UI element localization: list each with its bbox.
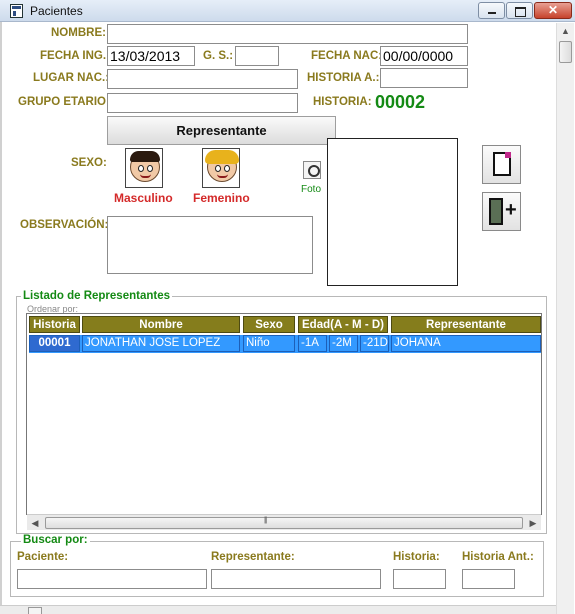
table-horizontal-scrollbar[interactable]: ◀ ||| ▶ [27,514,541,530]
grupo-etario-label: GRUPO ETARIO: [18,96,110,108]
buscar-historia-ant-input[interactable] [462,569,515,589]
buscar-representante-label: Representante: [211,551,295,563]
cell-edad-dias[interactable]: -21D [360,335,389,352]
masculino-label[interactable]: Masculino [114,191,173,205]
buscar-historia-input[interactable] [393,569,446,589]
exit-door-icon [489,198,503,225]
femenino-label[interactable]: Femenino [193,191,250,205]
new-button[interactable] [482,145,521,184]
foto-label: Foto [301,184,322,195]
app-window-icon [10,4,23,18]
close-button[interactable] [534,2,572,19]
column-header-edad[interactable]: Edad(A - M - D) [298,316,388,333]
buscar-historia-label: Historia: [393,551,440,563]
historia-a-label: HISTORIA A.: [307,72,380,84]
scroll-up-icon[interactable]: ▲ [557,23,574,40]
window-title: Pacientes [30,4,83,18]
photo-frame [327,138,458,286]
buscar-historia-ant-label: Historia Ant.: [462,551,534,563]
column-header-representante[interactable]: Representante [391,316,541,333]
new-document-icon [493,152,511,176]
exit-arrow-icon: + [505,199,517,221]
column-header-historia[interactable]: Historia [29,316,80,333]
camera-icon[interactable] [303,161,321,179]
fecha-nac-field[interactable]: 00/00/0000 [380,46,468,66]
grupo-etario-field[interactable] [107,93,298,113]
buscar-representante-input[interactable] [211,569,381,589]
cell-nombre[interactable]: JONATHAN JOSE LOPEZ [82,335,240,352]
exit-button[interactable]: + [482,192,521,231]
female-option[interactable] [202,148,240,188]
historia-a-field[interactable] [380,68,468,88]
window-horizontal-scrollbar[interactable] [0,605,556,614]
nombre-field[interactable] [107,24,468,44]
window-vertical-scrollbar[interactable]: ▲ [556,23,574,614]
male-option[interactable] [125,148,163,188]
lugar-nac-field[interactable] [107,69,298,89]
fecha-ing-field[interactable]: 13/03/2013 [107,46,195,66]
fecha-ing-label: FECHA ING.: [40,50,110,62]
cell-edad-anios[interactable]: -1A [298,335,327,352]
horizontal-scroll-thumb[interactable] [28,607,42,614]
buscar-title: Buscar por: [21,534,90,546]
observacion-label: OBSERVACIÓN: [20,219,109,231]
representantes-table: Historia Nombre Sexo Edad(A - M - D) Rep… [26,313,542,515]
column-header-nombre[interactable]: Nombre [82,316,240,333]
vertical-scroll-thumb[interactable] [559,41,572,63]
historia-label: HISTORIA: [313,96,372,108]
girl-face-icon [205,150,239,182]
cell-edad-meses[interactable]: -2M [329,335,358,352]
scroll-left-icon[interactable]: ◀ [27,515,43,531]
buscar-paciente-label: Paciente: [17,551,69,563]
observacion-field[interactable] [107,216,313,274]
window-left-edge [0,22,2,605]
minimize-button[interactable] [478,2,505,19]
scroll-right-icon[interactable]: ▶ [525,515,541,531]
fecha-nac-label: FECHA NAC: [311,50,383,62]
gs-label: G. S.: [203,50,234,62]
column-header-sexo[interactable]: Sexo [243,316,295,333]
scroll-grip-icon: ||| [264,517,268,524]
historia-value: 00002 [375,92,426,112]
scroll-thumb[interactable] [45,517,523,529]
listado-title: Listado de Representantes [21,290,172,302]
cell-sexo[interactable]: Niño [243,335,295,352]
title-bar: Pacientes [0,0,575,22]
nombre-label: NOMBRE: [51,27,106,39]
cell-historia[interactable]: 00001 [29,335,80,352]
buscar-paciente-input[interactable] [17,569,207,589]
maximize-button[interactable] [506,2,533,19]
sexo-label: SEXO: [71,157,107,169]
representante-button[interactable]: Representante [107,116,336,145]
lugar-nac-label: LUGAR NAC.: [33,72,110,84]
cell-representante[interactable]: JOHANA [391,335,541,352]
gs-field[interactable] [235,46,279,66]
boy-face-icon [130,151,160,182]
